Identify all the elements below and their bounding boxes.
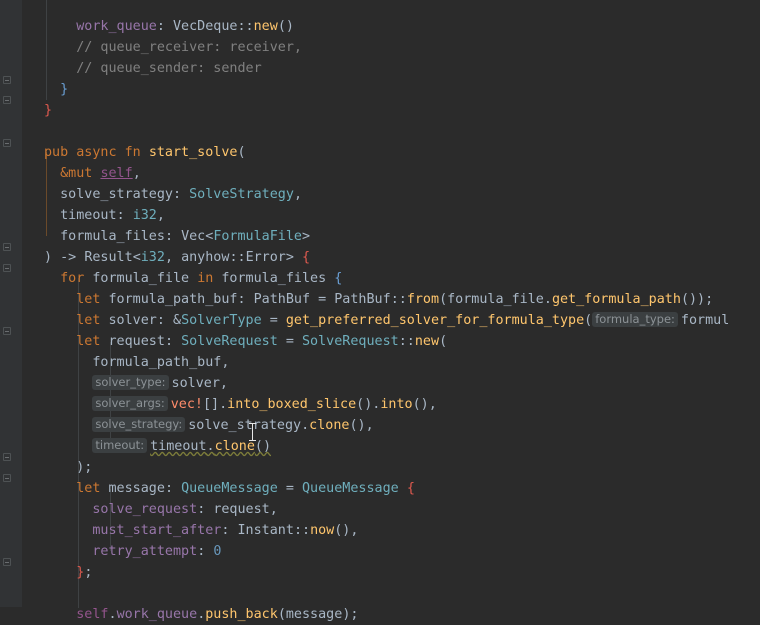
fold-marker[interactable]: [3, 558, 11, 566]
code-line: solve_strategy: solve_strategy.clone(),: [44, 415, 760, 436]
fold-marker[interactable]: [3, 139, 11, 147]
code-line: }: [44, 103, 53, 118]
fold-marker[interactable]: [3, 474, 11, 482]
code-line: };: [76, 565, 93, 580]
editor-gutter: [0, 0, 22, 607]
text-cursor-icon: [249, 423, 257, 441]
code-line: formula_files: Vec<FormulaFile>: [60, 229, 311, 244]
code-line: work_queue: VecDeque::new(): [76, 19, 294, 34]
param-hint: solver_type:: [92, 375, 169, 390]
code-line: solver_type: solver,: [44, 373, 760, 394]
fold-marker[interactable]: [3, 96, 11, 104]
code-line: &mut self,: [60, 166, 141, 181]
code-line: retry_attempt: 0: [92, 544, 222, 559]
code-line: let formula_path_buf: PathBuf = PathBuf:…: [76, 292, 714, 307]
code-line: for formula_file in formula_files {: [60, 271, 343, 286]
fold-marker[interactable]: [3, 76, 11, 84]
code-line: self.work_queue.push_back(message);: [76, 607, 359, 622]
code-line: ) -> Result<i32, anyhow::Error> {: [44, 250, 311, 265]
code-line: );: [44, 460, 93, 475]
code-editor[interactable]: work_queue: VecDeque::new() // queue_rec…: [44, 0, 760, 625]
code-line: let solver: &SolverType = get_preferred_…: [76, 312, 730, 328]
param-hint: solve_strategy:: [92, 417, 186, 432]
code-line: formula_path_buf,: [92, 355, 230, 370]
code-line: solver_args: vec![].into_boxed_slice().in…: [44, 394, 760, 415]
code-line: solve_request: request,: [92, 502, 278, 517]
fold-marker[interactable]: [3, 243, 11, 251]
fold-marker[interactable]: [3, 453, 11, 461]
code-line: pub async fn start_solve(: [44, 145, 246, 160]
fold-marker[interactable]: [3, 264, 11, 272]
param-hint: timeout:: [92, 438, 148, 453]
code-line: solve_strategy: SolveStrategy,: [60, 187, 302, 202]
code-line: timeout: timeout.clone(): [44, 436, 760, 457]
code-line: must_start_after: Instant::now(),: [92, 523, 359, 538]
code-line: // queue_sender: sender: [76, 61, 262, 76]
code-line: // queue_receiver: receiver,: [76, 40, 302, 55]
param-hint: formula_type:: [592, 312, 678, 327]
code-line: timeout: i32,: [60, 208, 165, 223]
fold-marker[interactable]: [3, 327, 11, 335]
code-line: let message: QueueMessage = QueueMessage…: [76, 481, 415, 496]
code-line: }: [60, 82, 69, 97]
param-hint: solver_args:: [92, 396, 168, 411]
code-line: let request: SolveRequest = SolveRequest…: [76, 334, 448, 349]
